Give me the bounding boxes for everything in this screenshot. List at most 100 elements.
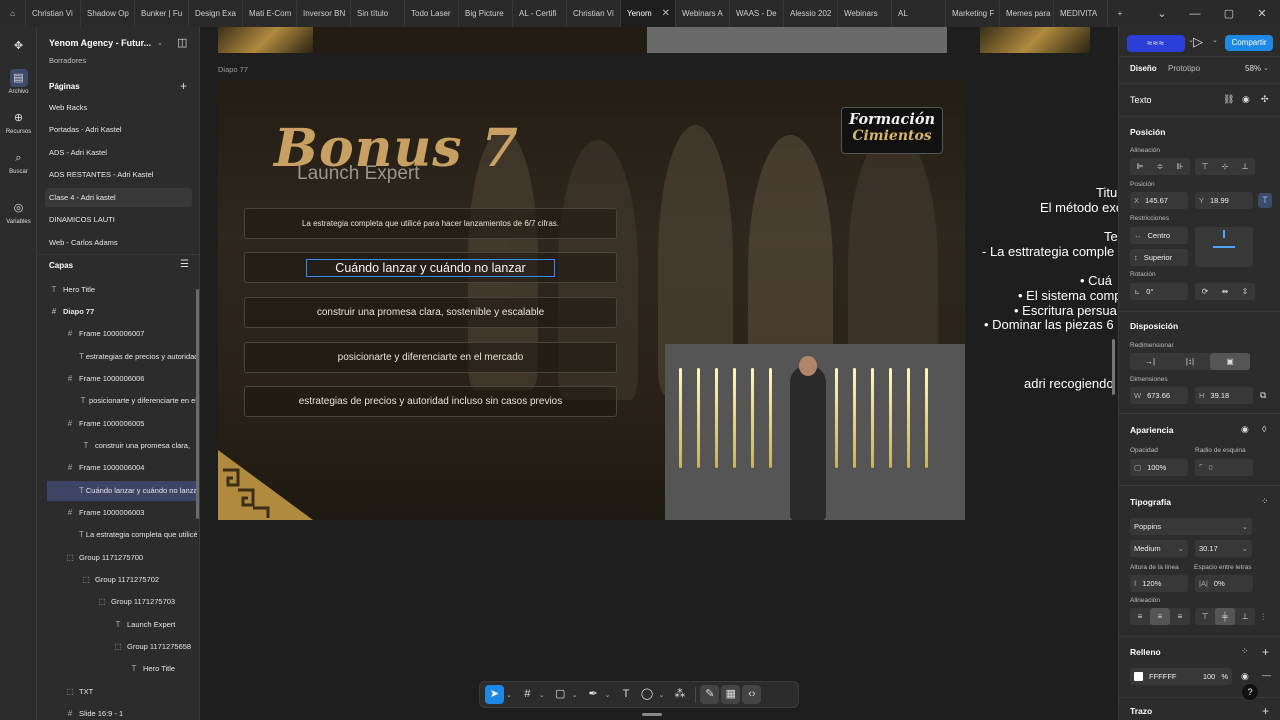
chevron-down-icon[interactable]: ⌄: [1263, 64, 1269, 72]
slide-diapo-77[interactable]: Formación Cimientos Bonus 7 Launch Exper…: [218, 80, 965, 520]
chevron-down-icon[interactable]: ⌄: [572, 691, 578, 699]
tab[interactable]: AL - Certifi: [513, 0, 567, 27]
zoom-level[interactable]: 58%: [1245, 64, 1261, 73]
maximize-icon[interactable]: ▢: [1219, 0, 1239, 27]
vertical-align-group[interactable]: ⊤ ⊹ ⊥: [1195, 158, 1255, 175]
add-fill-icon[interactable]: +: [1262, 645, 1269, 659]
tab[interactable]: AL: [892, 0, 946, 27]
horizontal-align-group[interactable]: ⊫ ≑ ⊪: [1130, 158, 1190, 175]
layers-scrollbar[interactable]: [196, 289, 199, 519]
close-icon[interactable]: ✕: [662, 8, 670, 19]
height-field[interactable]: H 39.18: [1195, 387, 1253, 404]
comment-tool-icon[interactable]: ◯: [638, 685, 657, 704]
tab[interactable]: Design Exa: [189, 0, 243, 27]
link-icon[interactable]: ⛓: [1223, 94, 1234, 105]
layer-row[interactable]: Tconstruir una promesa clara,: [79, 436, 197, 456]
chevron-down-icon[interactable]: ⌄: [659, 691, 665, 699]
rail-recursos[interactable]: ⊕ Recursos: [0, 109, 37, 135]
layer-row[interactable]: ⬚ Group 1171275703: [95, 592, 197, 612]
tab-prototype[interactable]: Prototipo: [1168, 64, 1200, 73]
present-icon[interactable]: ▷: [1193, 34, 1203, 50]
page-item[interactable]: ADS RESTANTES - Adri Kastel: [45, 165, 192, 184]
tab[interactable]: MEDIVITA: [1054, 0, 1108, 27]
style-icon[interactable]: ◉: [1242, 94, 1250, 105]
sidebar-toggle-icon[interactable]: ◫: [177, 36, 187, 49]
layer-row-selected[interactable]: T Cuándo lanzar y cuándo no lanzar: [47, 481, 199, 501]
rail-variables[interactable]: ◎ Variables: [0, 199, 37, 225]
chevron-down-icon[interactable]: ⌄: [506, 691, 512, 699]
width-field[interactable]: W 673.66: [1130, 387, 1188, 404]
new-tab-icon[interactable]: +: [1108, 0, 1132, 27]
tab[interactable]: Christian Vi: [26, 0, 81, 27]
help-icon[interactable]: ?: [1242, 684, 1258, 700]
tab[interactable]: Marketing F: [946, 0, 1000, 27]
tab[interactable]: Christian Vi: [567, 0, 621, 27]
text-styles-icon[interactable]: ⁘: [1261, 496, 1269, 507]
component-icon[interactable]: ✣: [1261, 94, 1269, 105]
layer-row[interactable]: # Frame 1000006004: [63, 458, 197, 478]
x-field[interactable]: X 145.67: [1130, 192, 1188, 209]
chevron-down-icon[interactable]: ⌄: [1152, 0, 1172, 27]
eye-icon[interactable]: ◉: [1241, 671, 1249, 682]
text-align-v-group[interactable]: ⊤ ╪ ⊥: [1195, 608, 1255, 625]
text-constraint-icon[interactable]: T: [1258, 193, 1272, 208]
text-tool-icon[interactable]: T: [617, 685, 636, 704]
tab[interactable]: Todo Laser: [405, 0, 459, 27]
shape-tool-icon[interactable]: ▢: [551, 685, 570, 704]
draw-mode-icon[interactable]: ✎: [700, 685, 720, 704]
font-weight-select[interactable]: Medium ⌄: [1130, 540, 1188, 557]
layer-row[interactable]: # Frame 1000006003: [63, 503, 197, 523]
constraint-horizontal[interactable]: ↔ Centro: [1130, 227, 1188, 244]
corner-radius-field[interactable]: ⌜ 0: [1195, 459, 1253, 476]
design-mode-icon[interactable]: ▦: [721, 685, 741, 704]
chevron-down-icon[interactable]: ⌄: [1212, 36, 1218, 44]
page-item-selected[interactable]: Clase 4 - Adri kastel: [45, 188, 192, 207]
scroll-handle[interactable]: [642, 713, 662, 716]
rotation-field[interactable]: ⊾ 0°: [1130, 283, 1188, 300]
opacity-field[interactable]: ▢ 100%: [1130, 459, 1188, 476]
tab[interactable]: Webinars A: [676, 0, 730, 27]
page-item[interactable]: DINAMICOS LAUTI: [45, 210, 192, 229]
chevron-down-icon[interactable]: ⌄: [605, 691, 611, 699]
frame-tool-icon[interactable]: #: [518, 685, 537, 704]
tab[interactable]: Webinars: [838, 0, 892, 27]
selected-text[interactable]: Cuándo lanzar y cuándo no lanzar: [306, 258, 555, 277]
canvas-scrollbar[interactable]: [1112, 339, 1115, 395]
layer-row[interactable]: # Slide 16:9 - 1: [63, 704, 197, 720]
layer-row[interactable]: T La estrategia completa que utilicé: [79, 525, 197, 545]
rail-archivo[interactable]: ▤ Archivo: [0, 69, 37, 95]
canvas[interactable]: Diapo 77 Formación Cimientos Bonus 7 Lau…: [200, 27, 1118, 720]
font-size-field[interactable]: 30.17 ⌄: [1195, 540, 1252, 557]
tab[interactable]: Bunker | Fu: [135, 0, 189, 27]
layer-row[interactable]: ⬚ Group 1171275702: [79, 570, 197, 590]
pen-tool-icon[interactable]: ✒: [584, 685, 603, 704]
layer-row[interactable]: # Frame 1000006005: [63, 414, 197, 434]
move-tool-icon[interactable]: ➤: [485, 685, 504, 704]
tab-active[interactable]: Yenom ✕: [621, 0, 676, 27]
minimize-icon[interactable]: —: [1185, 0, 1205, 27]
layer-row[interactable]: # Diapo 77: [47, 302, 197, 322]
layer-row[interactable]: T Hero Title: [47, 280, 197, 300]
y-field[interactable]: Y 18.99: [1195, 192, 1253, 209]
page-item[interactable]: Portadas - Adri Kastel: [45, 120, 192, 139]
figma-logo-icon[interactable]: ✥: [0, 37, 37, 57]
letter-spacing-field[interactable]: |A| 0%: [1195, 575, 1253, 592]
fill-color-field[interactable]: FFFFFF 100 %: [1130, 668, 1232, 685]
layer-row[interactable]: T Hero Title: [127, 659, 197, 679]
font-family-select[interactable]: Poppins ⌄: [1130, 518, 1252, 535]
page-item[interactable]: Web Racks: [45, 98, 192, 117]
rail-buscar[interactable]: ⌕ Buscar: [0, 149, 37, 175]
dev-mode-icon[interactable]: ‹›: [742, 685, 762, 704]
add-stroke-icon[interactable]: +: [1262, 704, 1269, 718]
line-height-field[interactable]: Ⅰ 120%: [1130, 575, 1188, 592]
constraints-widget[interactable]: [1195, 227, 1253, 267]
fill-styles-icon[interactable]: ⁘: [1241, 646, 1249, 657]
tab[interactable]: Sin título: [351, 0, 405, 27]
layer-row[interactable]: Testrategias de precios y autoridad: [79, 347, 197, 367]
page-item[interactable]: ADS - Adri Kastel: [45, 143, 192, 162]
layer-row[interactable]: # Frame 1000006007: [63, 324, 197, 344]
remove-fill-icon[interactable]: —: [1262, 670, 1271, 680]
tab[interactable]: Memes para: [1000, 0, 1054, 27]
frame-label[interactable]: Diapo 77: [218, 65, 248, 74]
text-settings-icon[interactable]: ⫶: [1262, 612, 1264, 623]
